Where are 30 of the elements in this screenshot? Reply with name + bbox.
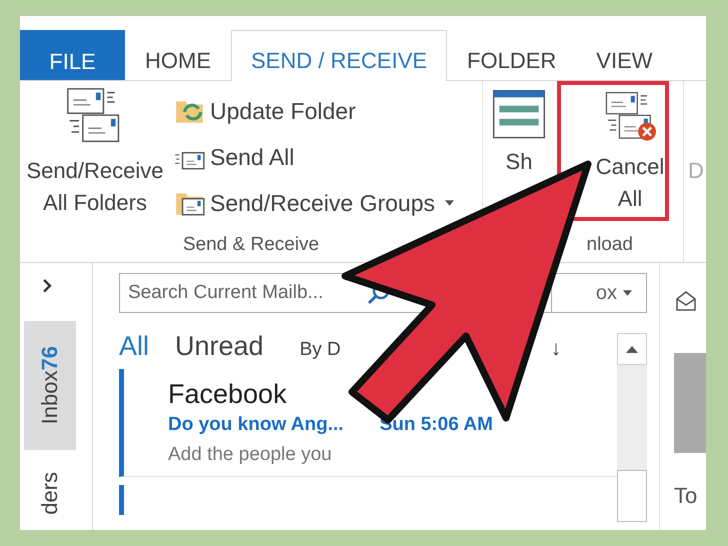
message-preview: Add the people you: [168, 444, 333, 466]
caret-icon: [445, 200, 454, 206]
message-sender: Facebook: [168, 379, 288, 410]
filter-tab[interactable]: Unread: [175, 331, 264, 362]
ribbon-button[interactable]: Cancel All: [557, 81, 669, 221]
ribbon-button[interactable]: Update Folder: [174, 91, 454, 131]
ribbon-button[interactable]: Send All: [174, 137, 454, 177]
group-label: Send & Receive: [182, 234, 320, 257]
ribbon-button[interactable]: Sh: [491, 81, 547, 175]
ribbon-tab[interactable]: HOME: [125, 30, 231, 80]
ribbon-button[interactable]: Send/Receive Groups: [174, 183, 454, 223]
ribbon-tab[interactable]: VIEW: [576, 30, 673, 80]
ribbon-tab[interactable]: FOLDER: [447, 30, 576, 80]
sidebar-tab[interactable]: Inbox76: [24, 320, 76, 450]
recipient-label: To: [674, 483, 698, 509]
caret-icon: [623, 290, 632, 296]
sort-label[interactable]: By D: [300, 339, 341, 361]
message-subject: Do you know Ang...: [168, 414, 344, 436]
scroll-thumb[interactable]: [617, 470, 647, 522]
sidebar-tab[interactable]: ders: [24, 450, 76, 530]
ribbon-tab[interactable]: FILE: [20, 30, 125, 80]
ribbon-tab[interactable]: SEND / RECEIVE: [231, 30, 448, 81]
ribbon-button[interactable]: Send/Receive All Folders: [20, 81, 170, 234]
filter-tab[interactable]: All: [119, 331, 150, 362]
up-arrow-icon: [626, 346, 638, 352]
chevron-icon[interactable]: [42, 279, 52, 293]
sort-order[interactable]: ↓: [550, 337, 562, 361]
group-label: nload: [586, 234, 634, 257]
envelope-icon: [674, 289, 698, 313]
scrollbar[interactable]: [617, 333, 647, 522]
